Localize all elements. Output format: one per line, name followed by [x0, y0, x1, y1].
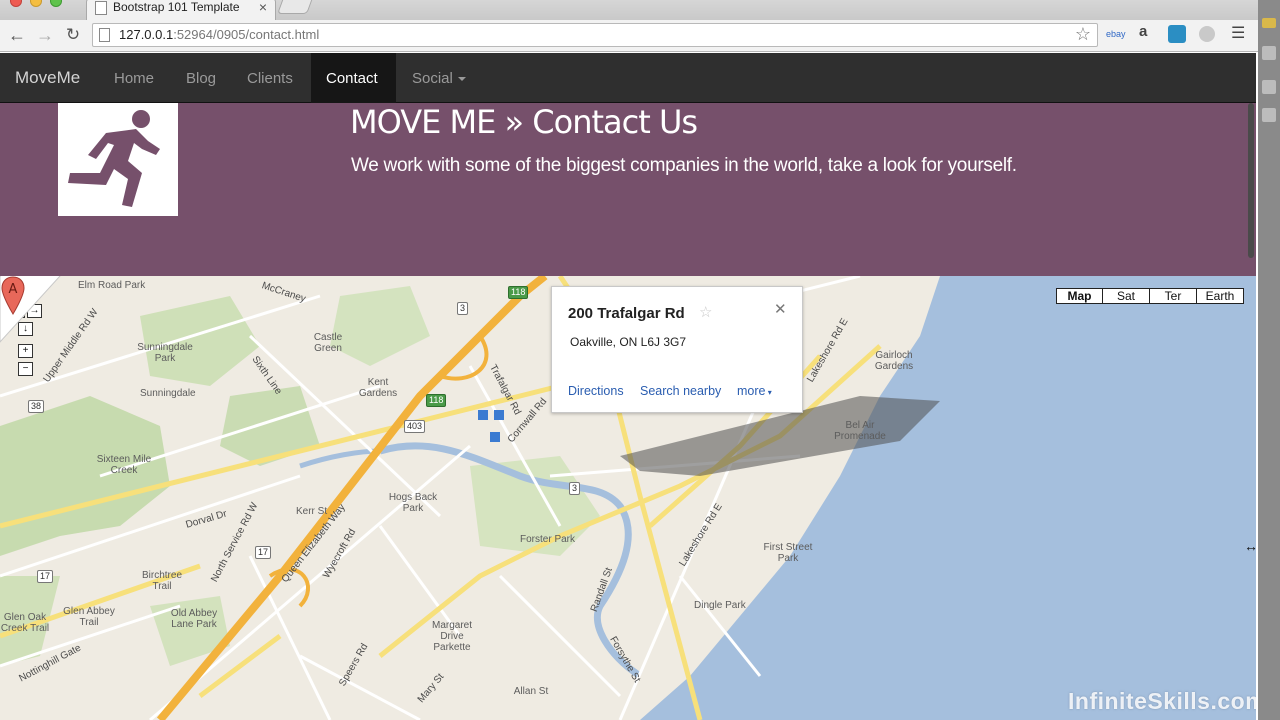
map-label: Glen Abbey Trail — [63, 606, 115, 628]
resize-cursor-icon: ↔ — [1244, 538, 1256, 554]
panel-icon — [1262, 108, 1276, 122]
map-info-window: 200 Trafalgar Rd ☆ ✕ Oakville, ON L6J 3G… — [551, 286, 803, 413]
bookmark-star-icon[interactable]: ☆ — [1075, 24, 1091, 45]
tab-title: Bootstrap 101 Template — [113, 0, 240, 14]
map-label: Margaret Drive Parkette — [431, 620, 472, 653]
nav-home[interactable]: Home — [114, 70, 154, 87]
zoom-out-icon[interactable]: − — [18, 362, 33, 376]
map-label: Old Abbey Lane Park — [170, 608, 218, 630]
map-label: Gairloch Gardens — [874, 350, 914, 372]
marker-label: A — [9, 282, 18, 297]
map-label: Elm Road Park — [78, 280, 146, 291]
extension-icon[interactable] — [1168, 25, 1186, 43]
map-type-sat[interactable]: Sat — [1102, 288, 1150, 304]
page-icon — [95, 1, 107, 15]
map-label: Kent Gardens — [358, 377, 398, 399]
map-label: Sunningdale Park — [137, 342, 193, 364]
map-label: Castle Green — [313, 332, 343, 354]
back-arrow-icon[interactable]: ← — [6, 24, 28, 46]
scrollbar[interactable] — [1248, 103, 1254, 258]
side-panel — [1258, 0, 1280, 720]
google-map[interactable]: Elm Road Park McCraney Castle Green Sunn… — [0, 276, 1256, 720]
map-label: Allan St — [513, 686, 549, 697]
star-icon[interactable]: ☆ — [699, 303, 712, 321]
map-label: Glen Oak Creek Trail — [0, 612, 50, 634]
running-man-icon — [68, 110, 160, 207]
panel-icon — [1262, 80, 1276, 94]
map-type-earth[interactable]: Earth — [1196, 288, 1244, 304]
map-label: Bel Air Promenade — [834, 420, 886, 442]
menu-icon[interactable]: ☰ — [1231, 23, 1245, 43]
close-window-button[interactable] — [10, 0, 22, 7]
zoom-in-icon[interactable]: + — [18, 344, 33, 358]
map-label: Birchtree Trail — [141, 570, 182, 592]
route-shield: 38 — [28, 400, 45, 413]
route-shield: 3 — [569, 482, 581, 495]
route-shield: 17 — [37, 570, 54, 583]
close-icon[interactable]: × — [259, 0, 267, 15]
reload-icon[interactable]: ↻ — [62, 24, 84, 46]
caret-down-icon — [457, 77, 466, 82]
globe-extension-icon[interactable] — [1199, 26, 1215, 42]
notification-icon — [1262, 18, 1276, 28]
info-window-address: Oakville, ON L6J 3G7 — [570, 335, 687, 349]
forward-arrow-icon[interactable]: → — [34, 24, 56, 46]
map-marker-icon[interactable]: A — [0, 276, 26, 316]
ebay-extension-icon[interactable]: ebay — [1106, 29, 1126, 39]
zoom-window-button[interactable] — [50, 0, 62, 7]
tab-strip: Bootstrap 101 Template × — [0, 0, 1280, 20]
url-text: 127.0.0.1:52964/0905/contact.html — [119, 27, 320, 42]
page-title: MOVE ME » Contact Us — [350, 103, 698, 141]
map-label: Hogs Back Park — [388, 492, 438, 514]
browser-toolbar: ← → ↻ 127.0.0.1:52964/0905/contact.html … — [0, 20, 1258, 52]
address-bar[interactable]: 127.0.0.1:52964/0905/contact.html ☆ — [92, 23, 1098, 47]
map-label: Dingle Park — [694, 600, 746, 611]
map-type-ter[interactable]: Ter — [1149, 288, 1197, 304]
site-navbar: MoveMe Home Blog Clients Contact Social — [0, 53, 1256, 103]
info-window-title: 200 Trafalgar Rd — [568, 305, 685, 322]
nav-contact[interactable]: Contact — [326, 70, 378, 87]
route-shield: 403 — [404, 420, 426, 433]
directions-link[interactable]: Directions — [568, 384, 624, 398]
close-icon[interactable]: ✕ — [774, 300, 787, 318]
route-shield: 118 — [426, 394, 447, 407]
route-shield: 17 — [255, 546, 272, 559]
map-label: Sunningdale — [140, 388, 196, 399]
more-link[interactable]: more ▾ — [737, 384, 772, 398]
map-type-map[interactable]: Map — [1056, 288, 1103, 304]
hero-banner: MOVE ME » Contact Us We work with some o… — [0, 103, 1256, 276]
minimize-window-button[interactable] — [30, 0, 42, 7]
brand-link[interactable]: MoveMe — [15, 68, 80, 88]
logo — [58, 103, 178, 216]
search-nearby-link[interactable]: Search nearby — [640, 384, 721, 398]
panel-icon — [1262, 46, 1276, 60]
nav-blog[interactable]: Blog — [186, 70, 216, 87]
route-shield: 118 — [508, 286, 529, 299]
new-tab-button[interactable] — [277, 0, 313, 14]
page-icon — [99, 28, 110, 42]
nav-clients[interactable]: Clients — [247, 70, 293, 87]
browser-tab[interactable]: Bootstrap 101 Template × — [86, 0, 276, 20]
map-label: Sixteen Mile Creek — [96, 454, 152, 476]
route-shield: 3 — [457, 302, 469, 315]
page-subtitle: We work with some of the biggest compani… — [351, 155, 1017, 176]
watermark: InfiniteSkills.com — [1068, 688, 1256, 714]
nav-social-dropdown[interactable]: Social — [412, 70, 466, 87]
map-label: First Street Park — [763, 542, 813, 564]
map-label: Forster Park — [520, 534, 576, 545]
map-label: Kerr St — [296, 506, 328, 517]
amazon-extension-icon[interactable]: a — [1139, 23, 1147, 40]
